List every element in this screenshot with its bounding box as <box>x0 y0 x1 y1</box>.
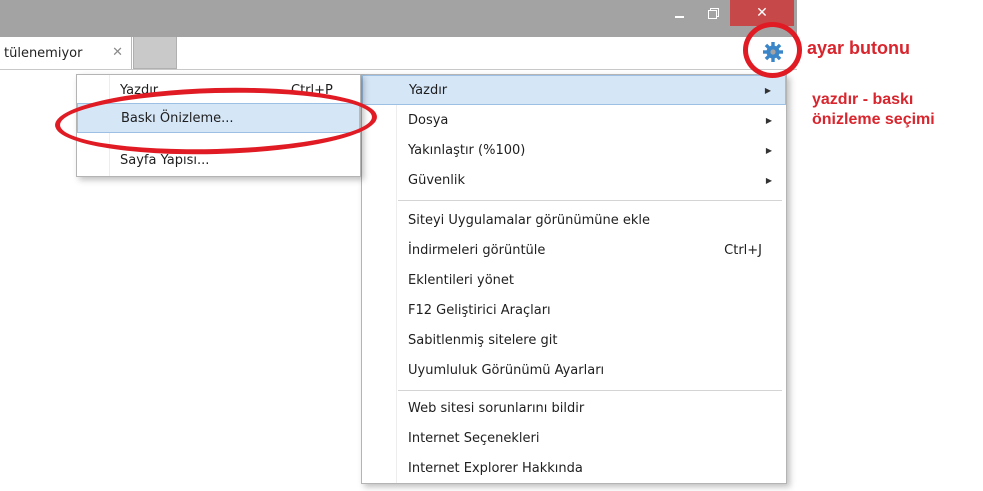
restore-icon <box>708 8 719 19</box>
browser-tab[interactable]: tülenemiyor ✕ <box>0 37 132 69</box>
menu-item-file[interactable]: Dosya ▶ <box>362 105 786 135</box>
menu-item-label: Web sitesi sorunlarını bildir <box>408 400 585 416</box>
settings-menu: Yazdır ▶ Dosya ▶ Yakınlaştır (%100) ▶ Gü… <box>361 74 787 484</box>
menu-item-label: Yazdır <box>409 82 448 98</box>
menu-item-label: İndirmeleri görüntüle <box>408 242 546 258</box>
menu-separator <box>398 200 782 201</box>
tab-title: tülenemiyor <box>4 45 83 61</box>
gear-highlight-circle <box>743 22 802 78</box>
menu-item-f12-dev-tools[interactable]: F12 Geliştirici Araçları <box>362 295 786 325</box>
close-window-button[interactable]: ✕ <box>730 0 794 26</box>
menu-item-label: Dosya <box>408 112 449 128</box>
close-icon: ✕ <box>756 5 768 21</box>
submenu-arrow-icon: ▶ <box>764 85 771 95</box>
menu-item-pinned-sites[interactable]: Sabitlenmiş sitelere git <box>362 325 786 355</box>
print-preview-annotation-line1: yazdır - baskı <box>812 91 914 108</box>
menu-item-view-downloads[interactable]: İndirmeleri görüntüle Ctrl+J <box>362 235 786 265</box>
menu-item-report-problems[interactable]: Web sitesi sorunlarını bildir <box>362 393 786 423</box>
menu-item-internet-options[interactable]: Internet Seçenekleri <box>362 423 786 453</box>
submenu-arrow-icon: ▶ <box>765 175 772 185</box>
minimize-icon <box>674 16 684 18</box>
home-icon[interactable] <box>706 45 722 61</box>
restore-button[interactable] <box>696 0 730 26</box>
menu-item-manage-addons[interactable]: Eklentileri yönet <box>362 265 786 295</box>
menu-item-label: Internet Seçenekleri <box>408 430 540 446</box>
menu-item-label: Eklentileri yönet <box>408 272 514 288</box>
settings-button-annotation: ayar butonu <box>807 38 911 58</box>
menu-item-add-site-to-apps[interactable]: Siteyi Uygulamalar görünümüne ekle <box>362 205 786 235</box>
print-preview-annotation-line2: önizleme seçimi <box>812 111 935 128</box>
submenu-arrow-icon: ▶ <box>765 115 772 125</box>
print-preview-annotation: yazdır - baskı önizleme seçimi <box>812 90 982 130</box>
menu-item-label: Sabitlenmiş sitelere git <box>408 332 558 348</box>
menu-item-label: Siteyi Uygulamalar görünümüne ekle <box>408 212 651 228</box>
menu-separator <box>398 390 782 391</box>
menu-item-label: Uyumluluk Görünümü Ayarları <box>408 362 605 378</box>
menu-item-safety[interactable]: Güvenlik ▶ <box>362 165 786 195</box>
menu-item-label: Yakınlaştır (%100) <box>408 142 526 158</box>
tab-close-icon[interactable]: ✕ <box>112 45 123 60</box>
menu-item-compatibility-view[interactable]: Uyumluluk Görünümü Ayarları <box>362 355 786 385</box>
menu-item-print[interactable]: Yazdır ▶ <box>362 75 786 105</box>
submenu-item-label: Sayfa Yapısı... <box>120 152 210 168</box>
menu-item-label: Güvenlik <box>408 172 465 188</box>
submenu-arrow-icon: ▶ <box>765 145 772 155</box>
menu-item-about-ie[interactable]: Internet Explorer Hakkında <box>362 453 786 483</box>
menu-item-label: F12 Geliştirici Araçları <box>408 302 551 318</box>
minimize-button[interactable] <box>662 0 696 26</box>
menu-item-shortcut: Ctrl+J <box>724 242 762 258</box>
menu-item-label: Internet Explorer Hakkında <box>408 460 583 476</box>
menu-item-zoom[interactable]: Yakınlaştır (%100) ▶ <box>362 135 786 165</box>
new-tab-button[interactable] <box>133 37 177 69</box>
